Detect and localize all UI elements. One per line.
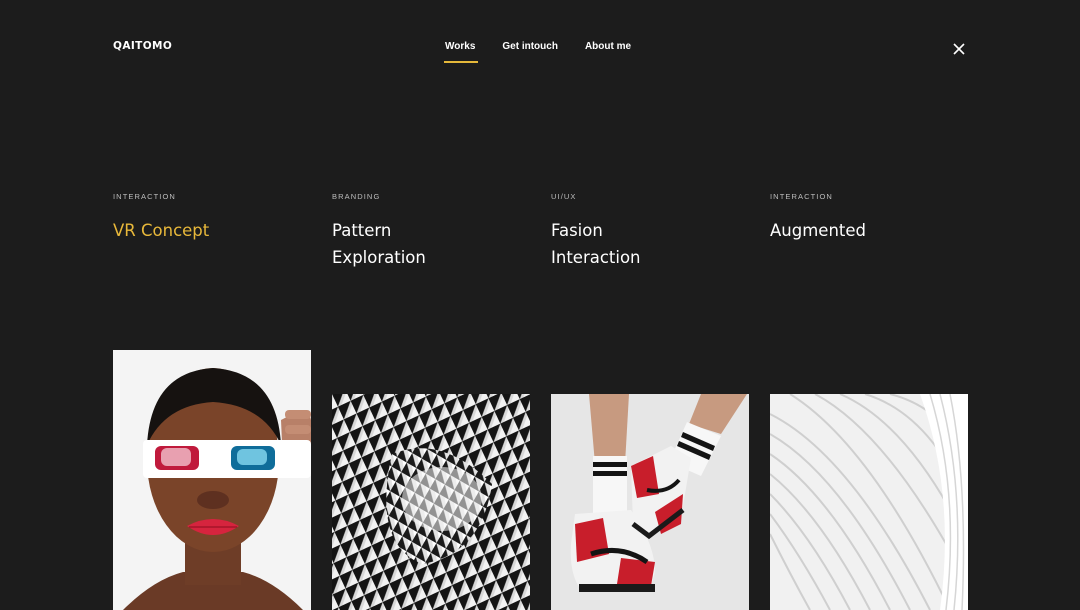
project-thumbnail-architecture[interactable] — [770, 394, 968, 610]
nav-works[interactable]: Works — [443, 41, 479, 63]
project-title-line: Pattern — [332, 221, 392, 240]
logo[interactable]: QAITOMO — [113, 40, 172, 52]
project-category: INTERACTION — [770, 192, 833, 201]
close-icon[interactable] — [953, 40, 965, 55]
project-title[interactable]: Augmented — [770, 217, 960, 244]
project-title[interactable]: Fasion Interaction — [551, 217, 741, 271]
project-title-line: Fasion — [551, 221, 603, 240]
project-title-text: VR Concept — [113, 221, 210, 240]
project-title-line: Interaction — [551, 248, 641, 267]
page: QAITOMO Works Get intouch About me INTER… — [0, 0, 1080, 610]
project-title[interactable]: Pattern Exploration — [332, 217, 522, 271]
project-category: BRANDING — [332, 192, 381, 201]
project-thumbnail-vr[interactable] — [113, 350, 311, 610]
project-title[interactable]: VR Concept — [113, 217, 303, 244]
project-category: INTERACTION — [113, 192, 176, 201]
nav-about-me[interactable]: About me — [585, 41, 631, 52]
project-category: UI/UX — [551, 192, 577, 201]
project-thumbnail-sneakers[interactable] — [551, 394, 749, 610]
project-thumbnail-pattern[interactable] — [332, 394, 530, 610]
project-title-text: Augmented — [770, 221, 866, 240]
nav-get-intouch[interactable]: Get intouch — [502, 41, 558, 52]
project-title-line: Exploration — [332, 248, 426, 267]
main-nav: Works Get intouch About me — [443, 41, 658, 63]
